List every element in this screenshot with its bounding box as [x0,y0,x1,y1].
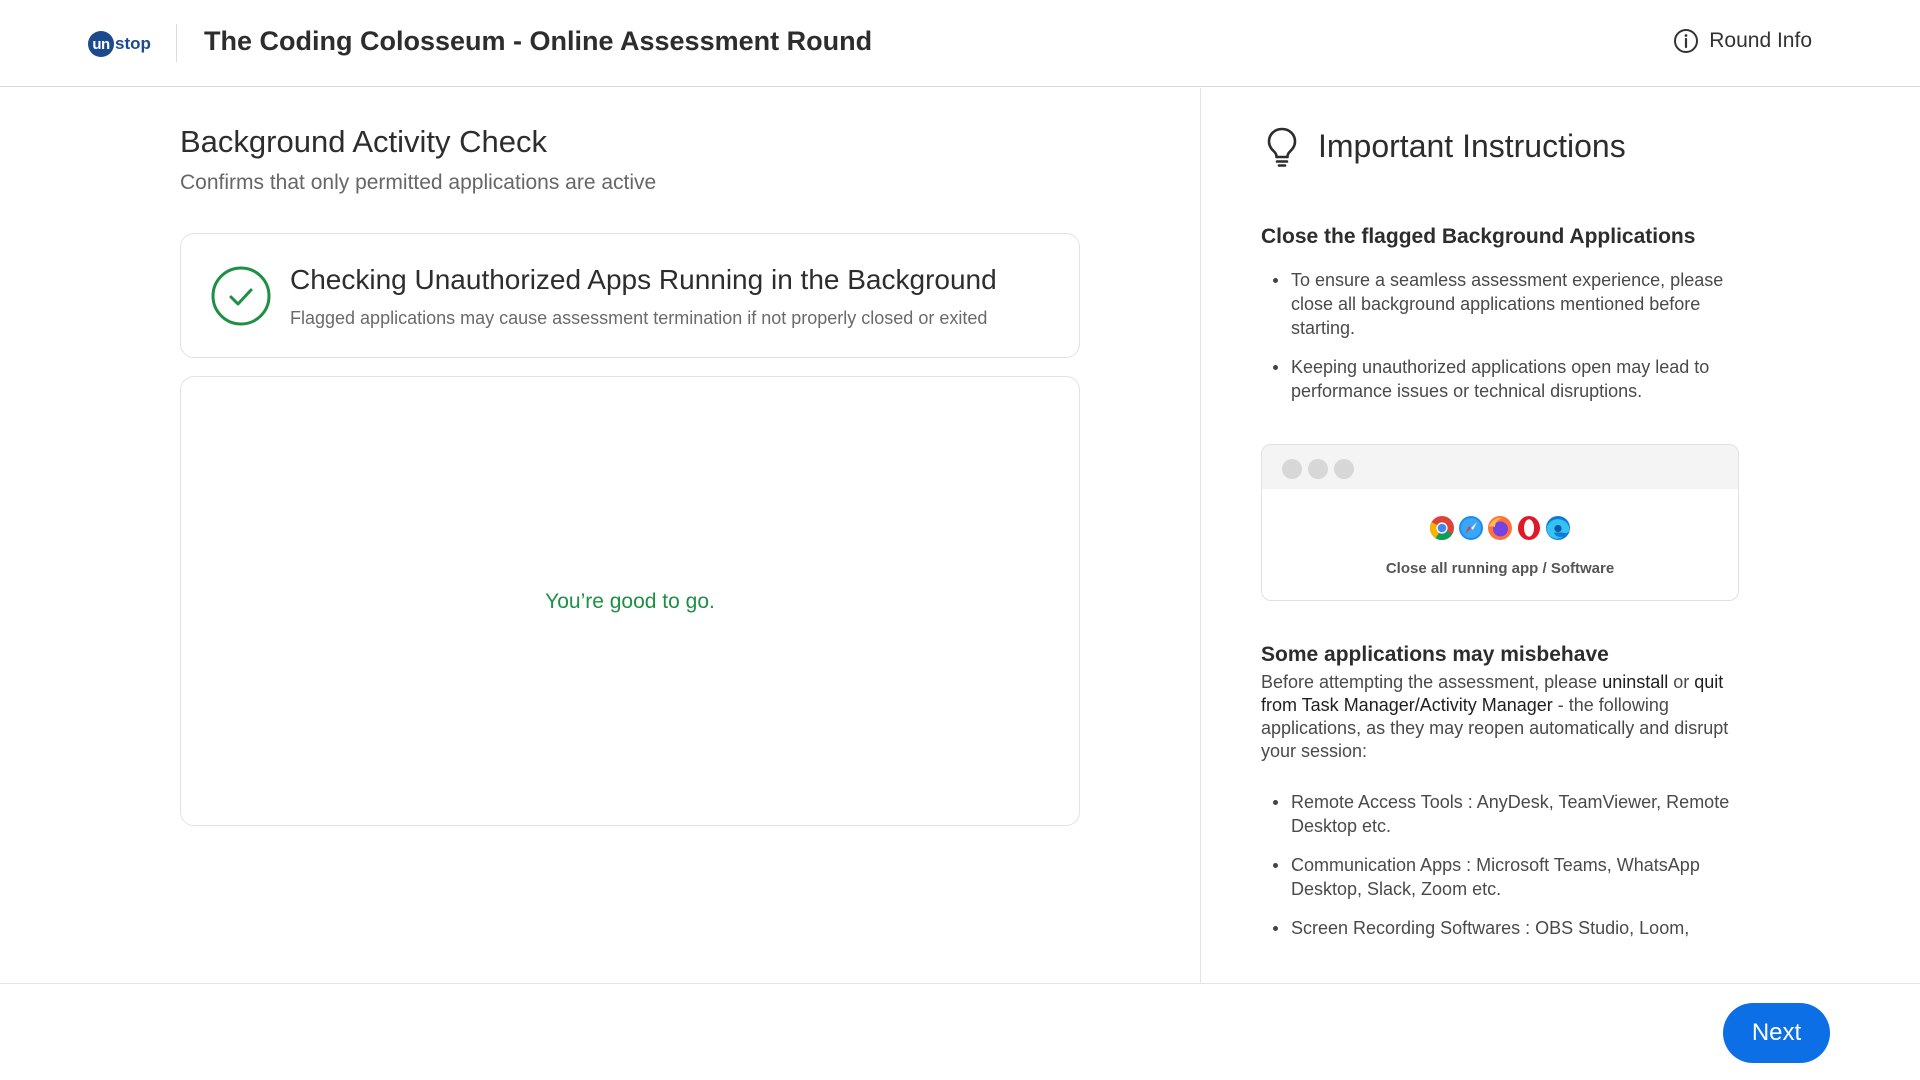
window-dot [1308,459,1328,479]
header-divider [176,24,177,62]
check-subtitle: Flagged applications may cause assessmen… [290,308,988,328]
footer-bar: Next [0,983,1920,1080]
list-item: Keeping unauthorized applications open m… [1261,355,1761,403]
misbehave-paragraph: Before attempting the assessment, please… [1261,671,1751,763]
firefox-icon [1487,515,1513,541]
emphasis-uninstall: uninstall [1602,672,1669,692]
unstop-logo[interactable]: un stop [88,30,151,58]
app-window-illustration: Close all running app / Software [1261,444,1739,601]
page-title: The Coding Colosseum - Online Assessment… [204,26,873,56]
section-subtitle: Confirms that only permitted application… [180,171,657,194]
info-icon [1674,29,1699,53]
round-info-label: Round Info [1709,29,1812,52]
logo-text: stop [115,34,151,53]
window-dot [1282,459,1302,479]
edge-icon [1545,515,1571,541]
result-card: You’re good to go. [180,376,1080,826]
logo-mark: un [88,31,114,57]
text-span: or [1668,672,1695,692]
close-apps-heading: Close the flagged Background Application… [1261,225,1696,248]
opera-icon [1516,515,1542,541]
chrome-icon [1429,515,1455,541]
browser-icons [1262,515,1738,541]
check-status-card: Checking Unauthorized Apps Running in th… [180,233,1080,358]
list-item: To ensure a seamless assessment experien… [1261,268,1761,340]
activity-check-panel: Background Activity Check Confirms that … [0,88,1200,983]
misbehave-heading: Some applications may misbehave [1261,643,1609,666]
safari-icon [1458,515,1484,541]
top-header: un stop The Coding Colosseum - Online As… [0,0,1920,87]
instructions-title: Important Instructions [1318,128,1626,164]
text-span: Before attempting the assessment, please [1261,672,1603,692]
list-item: Screen Recording Softwares : OBS Studio,… [1261,916,1761,940]
window-dot [1334,459,1354,479]
window-titlebar [1262,445,1738,489]
instructions-panel: Important Instructions Close the flagged… [1201,88,1920,983]
list-item: Communication Apps : Microsoft Teams, Wh… [1261,853,1761,901]
section-title: Background Activity Check [180,124,548,159]
close-apps-list: To ensure a seamless assessment experien… [1261,268,1761,418]
check-title: Checking Unauthorized Apps Running in th… [290,264,997,295]
flagged-apps-list: Remote Access Tools : AnyDesk, TeamViewe… [1261,790,1761,955]
result-message: You’re good to go. [545,590,715,613]
check-circle-icon [211,266,271,326]
next-button[interactable]: Next [1723,1003,1830,1063]
list-item: Remote Access Tools : AnyDesk, TeamViewe… [1261,790,1761,838]
lightbulb-icon [1267,127,1297,167]
window-caption: Close all running app / Software [1385,560,1615,577]
round-info-button[interactable]: Round Info [1673,28,1812,54]
